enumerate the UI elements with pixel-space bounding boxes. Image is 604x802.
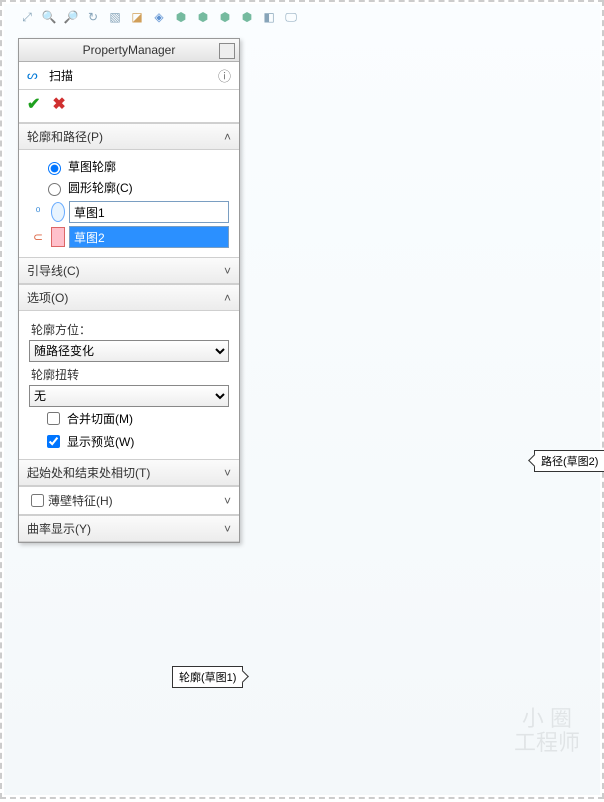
- sweep-icon: ᔕ: [27, 68, 43, 84]
- cancel-button[interactable]: ✖: [52, 94, 65, 114]
- chevron-down-icon: ˅: [224, 466, 231, 480]
- chevron-up-icon: ˄: [224, 130, 231, 144]
- screen-icon[interactable]: 🖵: [282, 8, 300, 26]
- section-start-end-tangent[interactable]: 起始处和结束处相切(T) ˅: [19, 459, 239, 486]
- path-chip[interactable]: [51, 227, 65, 247]
- scene-icon[interactable]: ◧: [260, 8, 278, 26]
- callout-path[interactable]: 路径(草图2): [534, 450, 604, 472]
- twist-select[interactable]: 无: [29, 385, 229, 407]
- chevron-down-icon: ˅: [224, 522, 231, 536]
- cube3-icon[interactable]: ⬢: [216, 8, 234, 26]
- section-guides[interactable]: 引导线(C) ˅: [19, 257, 239, 284]
- help-icon[interactable]: ⓘ: [218, 66, 231, 85]
- section-icon[interactable]: ▧: [106, 8, 124, 26]
- property-manager-panel: PropertyManager ᔕ 扫描 ⓘ ✔ ✖ 轮廓和路径(P) ˄ 草图…: [18, 38, 240, 543]
- chevron-down-icon: ˅: [224, 264, 231, 278]
- ok-button[interactable]: ✔: [27, 94, 40, 114]
- callout-profile[interactable]: 轮廓(草图1): [172, 666, 243, 688]
- zoom-fit-icon[interactable]: ⤢: [18, 8, 36, 26]
- radio-sketch-profile[interactable]: [48, 162, 61, 175]
- rotate-icon[interactable]: ↻: [84, 8, 102, 26]
- merge-tangent-checkbox[interactable]: [47, 412, 60, 425]
- zoom-window-icon[interactable]: 🔎: [62, 8, 80, 26]
- path-field[interactable]: 草图2: [69, 226, 229, 248]
- cube1-icon[interactable]: ⬢: [172, 8, 190, 26]
- profile-icon: ⁰: [29, 205, 47, 219]
- feature-name: 扫描: [49, 67, 73, 84]
- section-options[interactable]: 选项(O) ˄: [19, 284, 239, 311]
- chevron-down-icon: ˅: [224, 494, 231, 508]
- cube4-icon[interactable]: ⬢: [238, 8, 256, 26]
- profile-field[interactable]: 草图1: [69, 201, 229, 223]
- path-icon: ⊂: [29, 230, 47, 244]
- section-thin-feature[interactable]: 薄壁特征(H) ˅: [19, 486, 239, 515]
- hide-show-icon[interactable]: ◈: [150, 8, 168, 26]
- panel-title: PropertyManager: [19, 39, 239, 62]
- thin-feature-checkbox[interactable]: [31, 494, 44, 507]
- cube2-icon[interactable]: ⬢: [194, 8, 212, 26]
- radio-circle-profile[interactable]: [48, 183, 61, 196]
- watermark: 小 圈工程师: [514, 707, 580, 755]
- orientation-select[interactable]: 随路径变化: [29, 340, 229, 362]
- zoom-icon[interactable]: 🔍: [40, 8, 58, 26]
- section-profile-path[interactable]: 轮廓和路径(P) ˄: [19, 123, 239, 150]
- pin-icon[interactable]: [219, 43, 235, 59]
- display-style-icon[interactable]: ◪: [128, 8, 146, 26]
- view-toolbar: ⤢ 🔍 🔎 ↻ ▧ ◪ ◈ ⬢ ⬢ ⬢ ⬢ ◧ 🖵: [18, 8, 300, 26]
- chevron-up-icon: ˄: [224, 291, 231, 305]
- profile-chip[interactable]: [51, 202, 65, 222]
- show-preview-checkbox[interactable]: [47, 435, 60, 448]
- section-curvature[interactable]: 曲率显示(Y) ˅: [19, 515, 239, 542]
- panel-title-text: PropertyManager: [83, 43, 176, 57]
